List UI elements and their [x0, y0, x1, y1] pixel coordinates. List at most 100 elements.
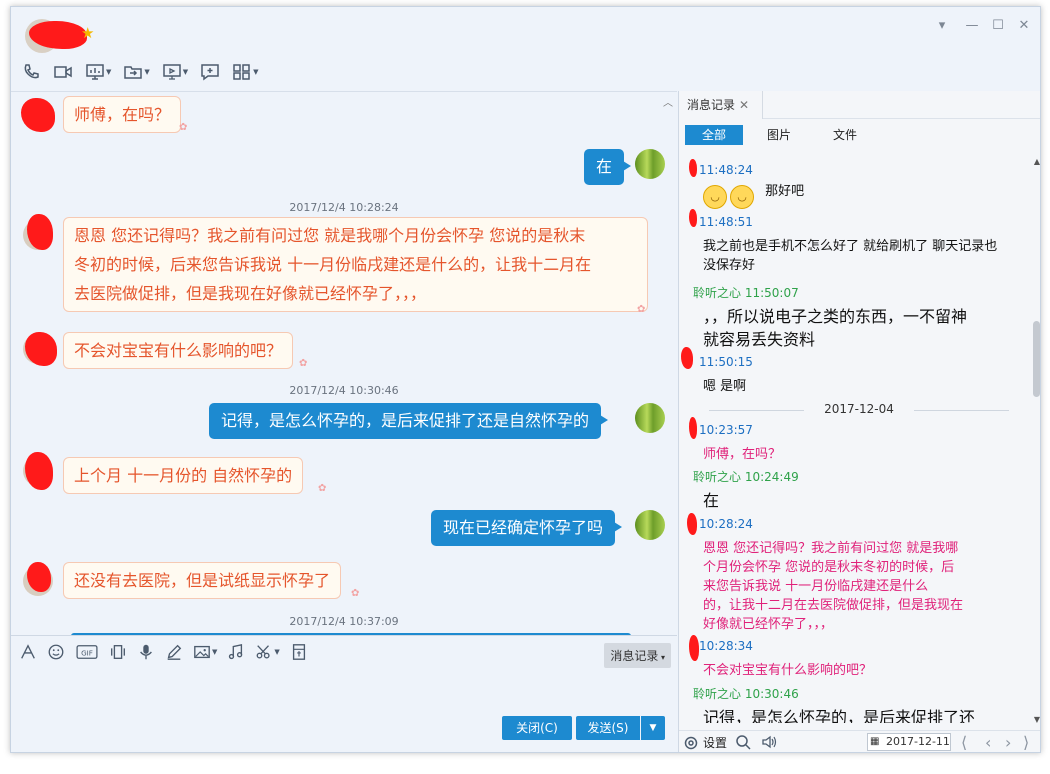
gear-icon	[684, 736, 698, 749]
history-sender: 聆听之心 10:30:46	[693, 687, 799, 701]
message-list[interactable]: ︿ 师傅，在吗？ ✿ 在 2017/12/4 10:28:24 恩恩 您还记得吗…	[11, 91, 677, 635]
my-avatar[interactable]	[635, 403, 665, 433]
shake-button[interactable]	[109, 643, 127, 661]
close-tab-icon[interactable]: ✕	[739, 98, 749, 112]
gif-icon: GIF	[76, 645, 98, 659]
tab-message-history[interactable]: 消息记录 ✕	[679, 91, 763, 119]
history-time: 11:48:51	[699, 215, 753, 229]
history-message-line: 来您告诉我说 十一月份临戌建还是什么	[703, 579, 929, 594]
redaction-mark	[681, 347, 693, 369]
history-button-label: 消息记录	[610, 649, 659, 663]
emoji-button[interactable]	[47, 643, 65, 661]
create-group-button[interactable]	[200, 62, 220, 82]
history-message: 记得，是怎么怀孕的，是后来促排了还	[703, 708, 976, 723]
first-page-icon[interactable]: ⟨	[961, 733, 967, 752]
filter-all[interactable]: 全部	[685, 125, 743, 145]
history-list[interactable]: 11:48:24 ◡ ◡ 那好吧 11:48:51 我之前也是手机不怎么好了 就给…	[679, 151, 1029, 723]
settings-label: 设置	[703, 736, 728, 750]
compose-area: GIF ▼ ▼ 消息记录 ▾ 关闭(C) 发送(S) ▼	[11, 635, 677, 752]
remote-desktop-button[interactable]: ▼	[162, 62, 188, 82]
redaction-mark	[689, 209, 697, 227]
date-value: 2017-12-11	[886, 735, 950, 748]
apps-button[interactable]: ▼	[232, 62, 259, 82]
next-page-icon[interactable]: ›	[1005, 733, 1011, 752]
my-avatar[interactable]	[635, 149, 665, 179]
image-button[interactable]: ▼	[193, 643, 217, 661]
voice-call-button[interactable]	[21, 62, 41, 82]
history-message-text: 那好吧	[765, 184, 805, 199]
video-call-button[interactable]	[53, 62, 73, 82]
music-button[interactable]	[227, 643, 245, 661]
history-message-line: 就容易丢失资料	[703, 330, 816, 349]
search-icon	[736, 735, 751, 750]
close-window-button[interactable]: ✕	[1015, 17, 1033, 35]
message-timestamp: 2017/12/4 10:37:09	[289, 615, 399, 628]
send-options-button[interactable]: ▼	[641, 716, 665, 740]
last-page-icon[interactable]: ⟩	[1023, 733, 1029, 752]
send-file-button[interactable]: ▼	[123, 62, 150, 82]
redaction-mark	[687, 513, 697, 535]
message-bubble: 还没有去医院，但是试纸显示怀孕了	[63, 562, 342, 599]
caret-down-icon: ▼	[274, 648, 280, 656]
scroll-down-arrow[interactable]: ▼	[1034, 715, 1040, 724]
maximize-button[interactable]: ☐	[989, 17, 1007, 35]
message-bubble: 记得，是怎么怀孕的，是后来促排了还是自然怀孕的	[209, 403, 609, 439]
gif-button[interactable]: GIF	[75, 643, 99, 661]
history-message: ，，所以说电子之类的东西，一不留神 就容易丢失资料	[703, 305, 1008, 351]
caret-down-icon: ▼	[182, 68, 189, 76]
dropdown-icon[interactable]: ▾	[933, 17, 951, 35]
handwriting-button[interactable]	[165, 643, 183, 661]
my-avatar[interactable]	[635, 510, 665, 540]
title-bar: ★ ▾ — ☐ ✕ ▼ ▼ ▼ ▼	[11, 7, 1040, 89]
search-button[interactable]	[735, 734, 751, 750]
message-history-button[interactable]: 消息记录 ▾	[604, 643, 671, 668]
scrollbar-thumb[interactable]	[1033, 321, 1040, 397]
calendar-icon: ▦	[870, 736, 880, 747]
history-message-line: 我之前也是手机不怎么好了 就给刷机了 聊天记录也	[703, 239, 998, 254]
history-sender: 聆听之心 11:50:07	[693, 286, 799, 300]
history-message: 恩恩 您还记得吗？我之前有问过您 就是我哪 个月份会怀孕 您说的是秋末冬初的时候…	[703, 539, 1008, 634]
minimize-button[interactable]: —	[963, 17, 981, 35]
screen-share-button[interactable]: ▼	[85, 62, 111, 82]
monitor-chart-icon	[86, 64, 104, 80]
envelope-icon	[292, 644, 305, 660]
svg-text:GIF: GIF	[81, 649, 93, 658]
message-timestamp: 2017/12/4 10:28:24	[289, 201, 399, 214]
filter-images[interactable]: 图片	[759, 125, 799, 145]
scroll-up-arrow[interactable]: ▲	[1034, 157, 1040, 166]
smiley-icon	[48, 644, 64, 660]
red-packet-button[interactable]	[290, 643, 308, 661]
history-message-line: ，，所以说电子之类的东西，一不留神	[703, 307, 968, 326]
redaction-mark	[689, 635, 699, 661]
bubble-decoration-icon: ✿	[637, 304, 646, 315]
caret-down-icon: ▼	[212, 648, 218, 656]
filter-files[interactable]: 文件	[825, 125, 865, 145]
collapse-icon[interactable]: ︿	[663, 94, 673, 109]
settings-button[interactable]: 设置	[683, 734, 727, 751]
close-button[interactable]: 关闭(C)	[502, 716, 572, 740]
send-button[interactable]: 发送(S)	[576, 716, 640, 740]
history-message: 嗯 是啊	[703, 379, 747, 394]
history-footer: 设置 ▦ 2017-12-11 ⟨ ‹ › ⟩	[679, 730, 1040, 752]
image-icon	[194, 645, 210, 659]
date-picker-input[interactable]: ▦ 2017-12-11	[867, 733, 951, 751]
chat-plus-icon	[201, 64, 219, 81]
history-time: 11:50:15	[699, 355, 753, 369]
emoji-icon: ◡	[703, 185, 727, 209]
voice-message-button[interactable]	[137, 643, 155, 661]
history-message-line: 好像就已经怀孕了，，，	[703, 617, 834, 632]
redaction-mark	[25, 452, 53, 490]
message-bubble: 师傅，在吗？	[63, 96, 182, 133]
bubble-decoration-icon: ✿	[299, 358, 308, 369]
history-time: 11:48:24	[699, 163, 753, 177]
compose-toolbar: GIF ▼ ▼	[19, 643, 318, 661]
screenshot-button[interactable]: ▼	[255, 643, 280, 661]
scissors-icon	[256, 645, 271, 659]
folder-arrow-icon	[124, 66, 143, 79]
vibrate-icon	[111, 645, 125, 659]
font-button[interactable]	[19, 643, 37, 661]
speaker-icon	[762, 735, 777, 749]
emoji-icon: ◡	[730, 185, 754, 209]
speaker-button[interactable]	[761, 734, 777, 750]
previous-page-icon[interactable]: ‹	[985, 733, 991, 752]
